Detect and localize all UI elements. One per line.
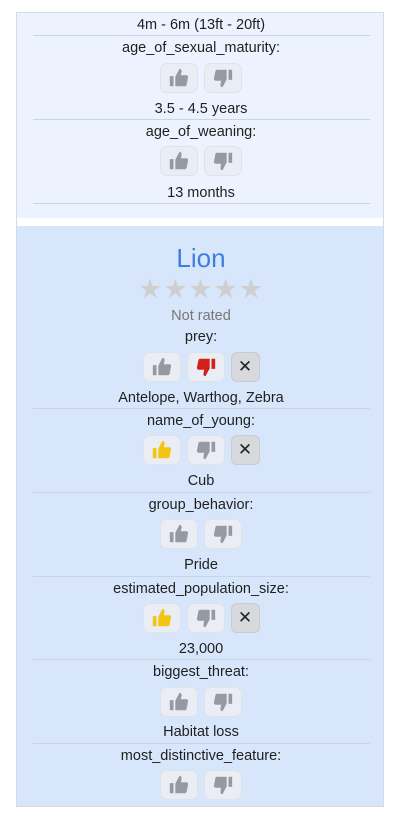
field-label: estimated_population_size: [113,581,289,597]
thumbs-up-icon [169,775,189,794]
field-value: Cub [187,473,215,489]
thumbs-down-icon [213,152,233,171]
thumbs-down-button[interactable] [204,146,242,176]
thumbs-up-button[interactable] [160,687,198,717]
thumbs-down-icon [213,693,233,712]
divider [33,203,370,204]
thumbs-down-icon [196,609,215,628]
thumbs-up-icon [169,151,189,170]
vote-controls: ✕ [17,603,383,633]
thumbs-up-icon [152,357,171,376]
thumbs-down-icon [196,358,215,377]
thumbs-down-button[interactable] [204,687,242,717]
thumbs-down-button[interactable] [186,603,225,633]
vote-controls: ✕ [17,352,383,382]
thumbs-up-button[interactable] [160,519,198,549]
thumbs-up-icon [152,440,171,459]
field-label: prey: [184,329,218,345]
thumbs-down-icon [213,69,233,88]
rating-status: Not rated [171,308,231,324]
field-value: 13 months [167,185,235,201]
thumbs-up-icon [169,68,189,87]
clear-vote-button[interactable]: ✕ [230,435,260,465]
vote-controls [17,146,383,176]
star-rating[interactable]: ★★★★★ [17,275,383,303]
thumbs-down-button[interactable] [186,435,225,465]
clear-vote-button[interactable]: ✕ [230,603,260,633]
thumbs-up-button[interactable] [160,63,198,93]
divider [33,35,370,36]
field-label: age_of_sexual_maturity: [122,40,280,56]
field-value: Pride [184,557,218,573]
field-value: Habitat loss [163,724,239,740]
field-value: 4m - 6m (13ft - 20ft) [136,17,266,33]
vote-controls [17,63,383,93]
divider [33,659,370,660]
divider [33,119,370,120]
field-label: name_of_young: [146,413,256,429]
field-value: Antelope, Warthog, Zebra [118,390,284,406]
vote-controls [17,519,383,549]
divider [33,743,370,744]
previous-animal-card: 4m - 6m (13ft - 20ft) age_of_sexual_matu… [17,13,383,218]
thumbs-up-icon [152,608,171,627]
thumbs-down-icon [213,525,233,544]
divider [33,492,370,493]
field-value: 23,000 [178,641,224,657]
clear-vote-button[interactable]: ✕ [230,352,260,382]
thumbs-down-button[interactable] [204,63,242,93]
vote-controls: ✕ [17,435,383,465]
animal-list-frame: 4m - 6m (13ft - 20ft) age_of_sexual_matu… [16,12,384,807]
thumbs-up-button[interactable] [160,146,198,176]
thumbs-down-button[interactable] [204,770,242,800]
thumbs-down-button[interactable] [204,519,242,549]
thumbs-up-icon [169,524,189,543]
divider [33,576,370,577]
animal-name: Lion [176,243,226,273]
divider [33,408,370,409]
thumbs-up-button[interactable] [142,352,181,382]
field-label: age_of_weaning: [145,124,257,140]
field-value: 3.5 - 4.5 years [154,101,248,117]
thumbs-up-button[interactable] [142,603,181,633]
field-label: most_distinctive_feature: [120,748,282,764]
thumbs-up-button[interactable] [160,770,198,800]
animal-card: Lion ★★★★★ Not rated prey: ✕ Antelope, W… [17,226,383,806]
thumbs-down-button[interactable] [186,352,225,382]
thumbs-down-icon [213,776,233,795]
field-label: biggest_threat: [153,664,249,680]
vote-controls [17,687,383,717]
field-label: group_behavior: [148,497,254,513]
thumbs-up-button[interactable] [142,435,181,465]
thumbs-down-icon [196,441,215,460]
vote-controls [17,770,383,800]
thumbs-up-icon [169,692,189,711]
